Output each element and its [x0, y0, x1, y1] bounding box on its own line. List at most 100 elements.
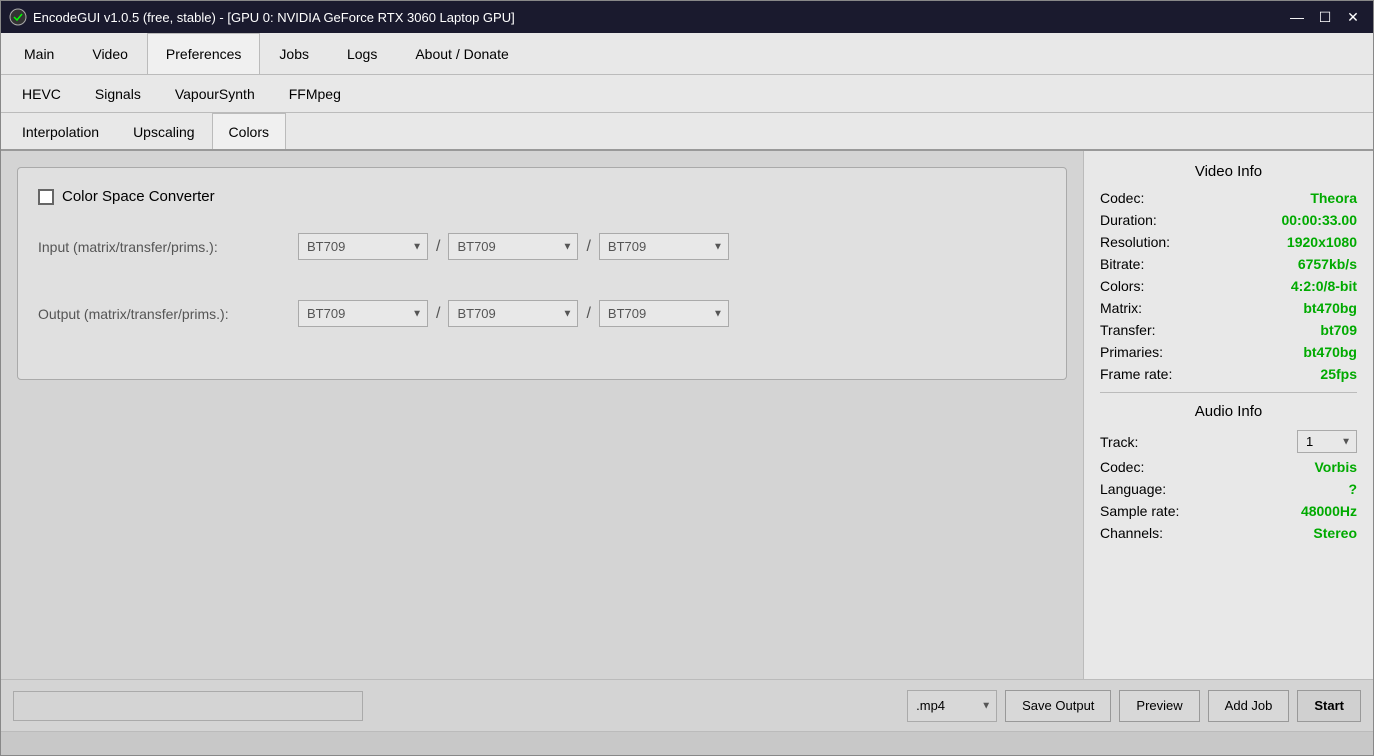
output-transfer-select[interactable]: BT709: [448, 300, 578, 327]
video-duration-key: Duration:: [1100, 212, 1157, 228]
video-colors-val: 4:2:0/8-bit: [1291, 278, 1357, 294]
nav-item-jobs[interactable]: Jobs: [260, 33, 328, 74]
video-primaries-row: Primaries: bt470bg: [1100, 344, 1357, 360]
minimize-button[interactable]: —: [1285, 5, 1309, 29]
bottom-bar: .mp4 .mkv .mov .avi ▼ Save Output Previe…: [1, 679, 1373, 731]
output-path-input[interactable]: [13, 691, 363, 721]
content-wrapper: Color Space Converter Input (matrix/tran…: [1, 151, 1373, 679]
close-button[interactable]: ✕: [1341, 5, 1365, 29]
add-job-button[interactable]: Add Job: [1208, 690, 1290, 722]
main-window: EncodeGUI v1.0.5 (free, stable) - [GPU 0…: [0, 0, 1374, 756]
video-codec-key: Codec:: [1100, 190, 1144, 206]
input-prims-select[interactable]: BT709: [599, 233, 729, 260]
audio-channels-row: Channels: Stereo: [1100, 525, 1357, 541]
input-transfer-select[interactable]: BT709: [448, 233, 578, 260]
main-nav: Main Video Preferences Jobs Logs About /…: [1, 33, 1373, 75]
video-matrix-row: Matrix: bt470bg: [1100, 300, 1357, 316]
save-output-button[interactable]: Save Output: [1005, 690, 1111, 722]
video-matrix-key: Matrix:: [1100, 300, 1142, 316]
video-transfer-key: Transfer:: [1100, 322, 1156, 338]
video-resolution-val: 1920x1080: [1287, 234, 1357, 250]
video-codec-val: Theora: [1310, 190, 1357, 206]
colors-panel: Color Space Converter Input (matrix/tran…: [17, 167, 1067, 380]
input-prims-wrapper: BT709 ▼: [599, 233, 729, 260]
input-dropdowns: BT709 ▼ / BT709 ▼ /: [298, 233, 729, 260]
video-info-section: Video Info Codec: Theora Duration: 00:00…: [1100, 163, 1357, 382]
video-framerate-key: Frame rate:: [1100, 366, 1172, 382]
main-content: Color Space Converter Input (matrix/tran…: [1, 151, 1083, 679]
audio-codec-row: Codec: Vorbis: [1100, 459, 1357, 475]
app-icon: [9, 8, 27, 26]
format-select[interactable]: .mp4 .mkv .mov .avi: [907, 690, 997, 722]
sub-nav-item-interpolation[interactable]: Interpolation: [5, 113, 116, 149]
title-bar: EncodeGUI v1.0.5 (free, stable) - [GPU 0…: [1, 1, 1373, 33]
preview-button[interactable]: Preview: [1119, 690, 1199, 722]
audio-info-section: Audio Info Track: 1 2 3 ▼ Codec: Vorbis: [1100, 403, 1357, 541]
color-space-label: Color Space Converter: [62, 188, 215, 205]
bottom-bar-left: [13, 691, 899, 721]
output-transfer-wrapper: BT709 ▼: [448, 300, 578, 327]
right-panel: Video Info Codec: Theora Duration: 00:00…: [1083, 151, 1373, 679]
window-title: EncodeGUI v1.0.5 (free, stable) - [GPU 0…: [33, 10, 515, 25]
nav-item-main[interactable]: Main: [5, 33, 73, 74]
output-matrix-wrapper: BT709 ▼: [298, 300, 428, 327]
audio-samplerate-row: Sample rate: 48000Hz: [1100, 503, 1357, 519]
output-label: Output (matrix/transfer/prims.):: [38, 306, 298, 322]
input-row: Input (matrix/transfer/prims.): BT709 ▼ …: [38, 225, 1046, 268]
sub-nav-item-ffmpeg[interactable]: FFMpeg: [272, 75, 358, 112]
video-duration-val: 00:00:33.00: [1281, 212, 1357, 228]
audio-codec-key: Codec:: [1100, 459, 1144, 475]
audio-language-row: Language: ?: [1100, 481, 1357, 497]
video-colors-key: Colors:: [1100, 278, 1144, 294]
nav-item-video[interactable]: Video: [73, 33, 147, 74]
audio-codec-val: Vorbis: [1314, 459, 1357, 475]
sub-nav-1: HEVC Signals VapourSynth FFMpeg: [1, 75, 1373, 113]
video-primaries-val: bt470bg: [1303, 344, 1357, 360]
input-transfer-wrapper: BT709 ▼: [448, 233, 578, 260]
video-transfer-row: Transfer: bt709: [1100, 322, 1357, 338]
audio-samplerate-val: 48000Hz: [1301, 503, 1357, 519]
audio-channels-key: Channels:: [1100, 525, 1163, 541]
color-space-checkbox[interactable]: [38, 189, 54, 205]
video-bitrate-key: Bitrate:: [1100, 256, 1144, 272]
video-bitrate-row: Bitrate: 6757kb/s: [1100, 256, 1357, 272]
video-framerate-val: 25fps: [1320, 366, 1357, 382]
input-matrix-select[interactable]: BT709: [298, 233, 428, 260]
output-prims-select[interactable]: BT709: [599, 300, 729, 327]
sub-nav-item-hevc[interactable]: HEVC: [5, 75, 78, 112]
sub-nav-2: Interpolation Upscaling Colors: [1, 113, 1373, 151]
audio-samplerate-key: Sample rate:: [1100, 503, 1179, 519]
format-dropdown-wrapper: .mp4 .mkv .mov .avi ▼: [907, 690, 997, 722]
output-matrix-select[interactable]: BT709: [298, 300, 428, 327]
audio-language-key: Language:: [1100, 481, 1166, 497]
input-matrix-wrapper: BT709 ▼: [298, 233, 428, 260]
audio-track-select[interactable]: 1 2 3: [1297, 430, 1357, 453]
audio-track-key: Track:: [1100, 434, 1138, 450]
output-row: Output (matrix/transfer/prims.): BT709 ▼…: [38, 292, 1046, 335]
start-button[interactable]: Start: [1297, 690, 1361, 722]
audio-track-row: Track: 1 2 3 ▼: [1100, 430, 1357, 453]
video-primaries-key: Primaries:: [1100, 344, 1163, 360]
title-bar-controls: — ☐ ✕: [1285, 5, 1365, 29]
input-separator-2: /: [582, 238, 594, 256]
nav-item-preferences[interactable]: Preferences: [147, 33, 260, 74]
sub-nav-item-colors[interactable]: Colors: [212, 113, 286, 149]
info-divider: [1100, 392, 1357, 393]
title-bar-left: EncodeGUI v1.0.5 (free, stable) - [GPU 0…: [9, 8, 515, 26]
video-bitrate-val: 6757kb/s: [1298, 256, 1357, 272]
maximize-button[interactable]: ☐: [1313, 5, 1337, 29]
sub-nav-item-upscaling[interactable]: Upscaling: [116, 113, 211, 149]
video-info-title: Video Info: [1100, 163, 1357, 180]
sub-nav-item-signals[interactable]: Signals: [78, 75, 158, 112]
output-dropdowns: BT709 ▼ / BT709 ▼ /: [298, 300, 729, 327]
output-separator-1: /: [432, 305, 444, 323]
window-footer: [1, 731, 1373, 755]
output-prims-wrapper: BT709 ▼: [599, 300, 729, 327]
nav-item-about[interactable]: About / Donate: [396, 33, 527, 74]
audio-language-val: ?: [1348, 481, 1357, 497]
video-transfer-val: bt709: [1320, 322, 1357, 338]
audio-channels-val: Stereo: [1313, 525, 1357, 541]
sub-nav-item-vapoursynth[interactable]: VapourSynth: [158, 75, 272, 112]
nav-item-logs[interactable]: Logs: [328, 33, 396, 74]
input-label: Input (matrix/transfer/prims.):: [38, 239, 298, 255]
